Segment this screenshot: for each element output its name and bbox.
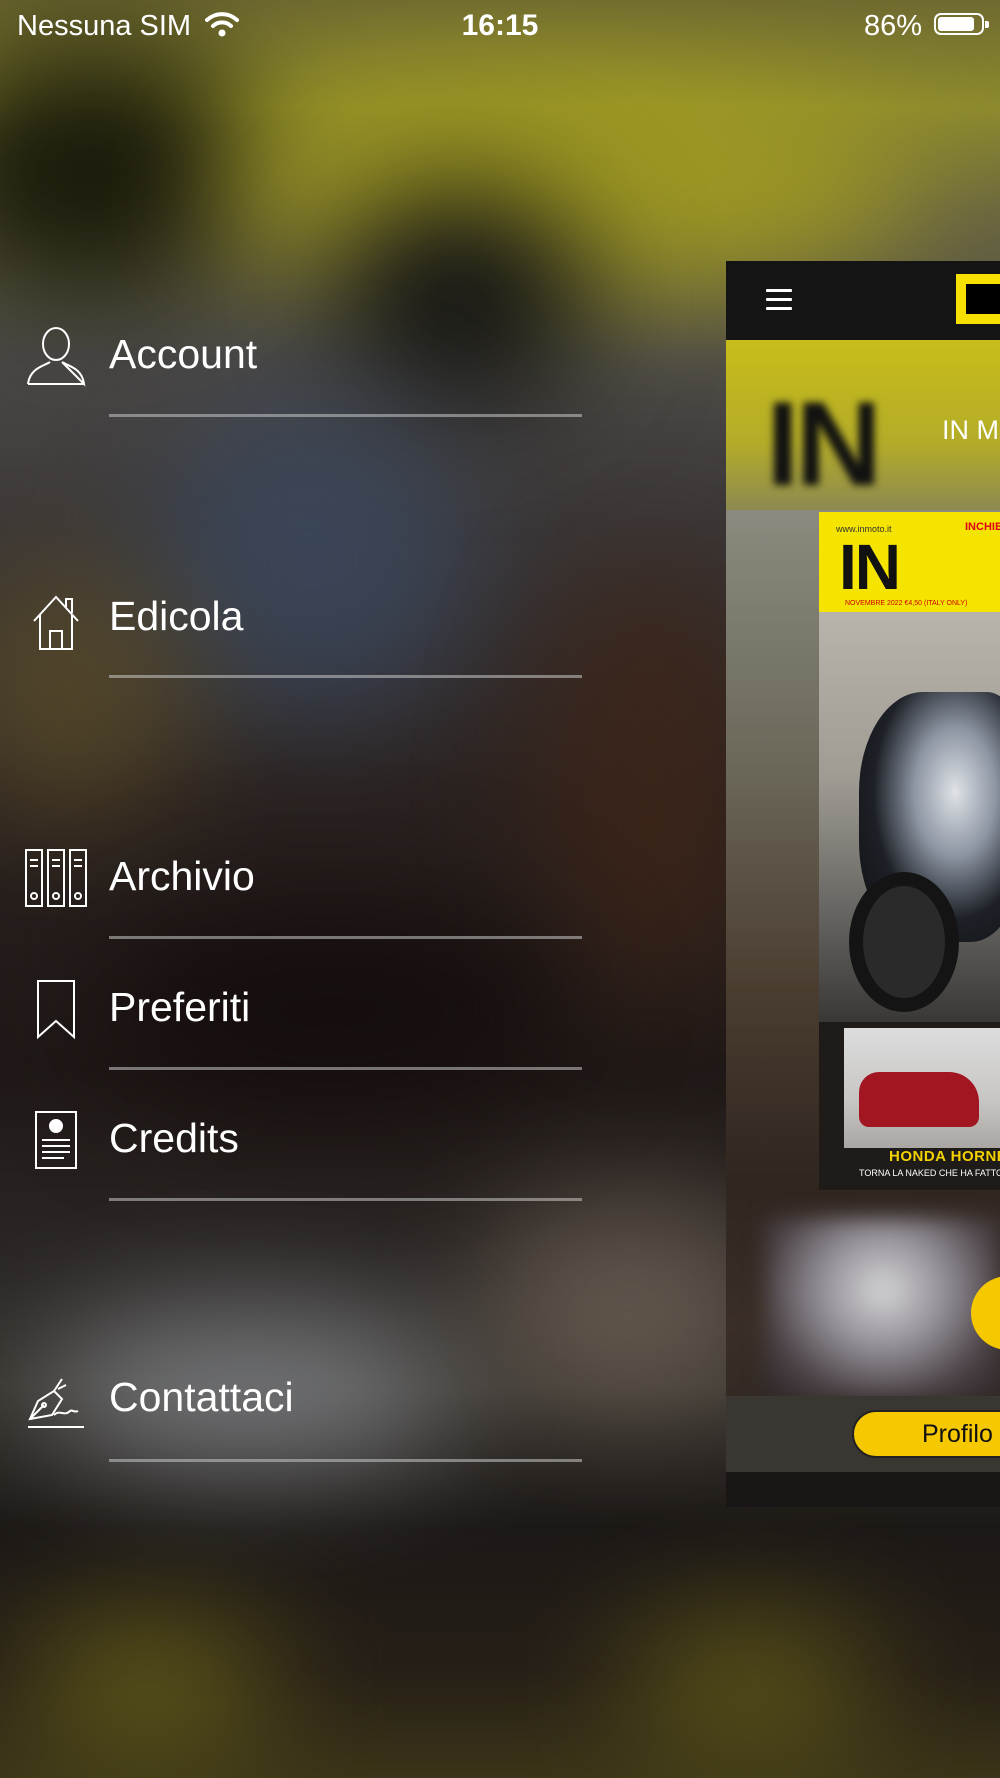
battery-percentage: 86%: [863, 10, 922, 42]
menu-label-account: Account: [109, 331, 258, 377]
profile-button-label: Profilo: [922, 1420, 993, 1448]
bookmark-icon: [24, 977, 88, 1041]
home-icon: [24, 591, 88, 655]
preview-banner: IN IN M: [726, 340, 1000, 511]
cover-masthead: www.inmoto.it IN INCHIE NOVEMBRE 2022 €4…: [819, 512, 1000, 612]
menu-separator: [109, 1198, 582, 1201]
hamburger-icon[interactable]: [766, 289, 792, 316]
menu-label-edicola: Edicola: [109, 593, 244, 639]
cover-headline: HONDA HORNET: [889, 1148, 1000, 1165]
clock: 16:15: [461, 9, 539, 42]
menu-item-contattaci[interactable]: Contattaci: [0, 1335, 590, 1465]
menu-item-credits[interactable]: Credits: [0, 1074, 590, 1204]
menu-separator: [109, 675, 582, 678]
menu-item-account[interactable]: Account: [0, 290, 590, 420]
banner-masthead: IN: [766, 377, 882, 511]
cover-inset-bike: [859, 1072, 979, 1127]
menu-item-preferiti[interactable]: Preferiti: [0, 943, 590, 1073]
cover-tag: INCHIE: [965, 521, 1000, 533]
inmoto-logo: [956, 274, 1000, 324]
user-icon: [24, 324, 88, 388]
credits-document-icon: [24, 1108, 88, 1172]
menu-separator: [109, 936, 582, 939]
cover-date: NOVEMBRE 2022 €4,50 (ITALY ONLY): [845, 600, 968, 607]
menu-label-contattaci: Contattaci: [109, 1374, 294, 1420]
profile-button[interactable]: Profilo: [852, 1410, 1000, 1458]
battery-icon: [934, 13, 989, 35]
cover-subheadline: TORNA LA NAKED CHE HA FATTO LA: [859, 1168, 1000, 1178]
banner-title: IN M: [942, 415, 999, 445]
menu-separator: [109, 414, 582, 417]
menu-label-preferiti: Preferiti: [109, 984, 251, 1030]
cover-masthead-text: IN: [839, 531, 901, 603]
menu-separator: [109, 1459, 582, 1462]
preview-header: [726, 261, 1000, 340]
pen-signature-icon: [24, 1371, 88, 1435]
menu-item-archivio[interactable]: Archivio: [0, 812, 590, 942]
menu-label-archivio: Archivio: [109, 853, 255, 899]
status-bar: Nessuna SIM 16:15 86%: [0, 0, 1000, 50]
app-content-preview[interactable]: IN IN M www.inmoto.it IN INCHIE NOVEMBRE…: [726, 261, 1000, 1507]
menu-item-edicola[interactable]: Edicola: [0, 551, 590, 681]
menu-label-credits: Credits: [109, 1115, 239, 1161]
cover-photo: [819, 612, 1000, 1022]
magazine-cover[interactable]: www.inmoto.it IN INCHIE NOVEMBRE 2022 €4…: [819, 512, 1000, 1190]
preview-blurred-image: [766, 1218, 1000, 1398]
menu-separator: [109, 1067, 582, 1070]
archive-binders-icon: [24, 846, 88, 910]
